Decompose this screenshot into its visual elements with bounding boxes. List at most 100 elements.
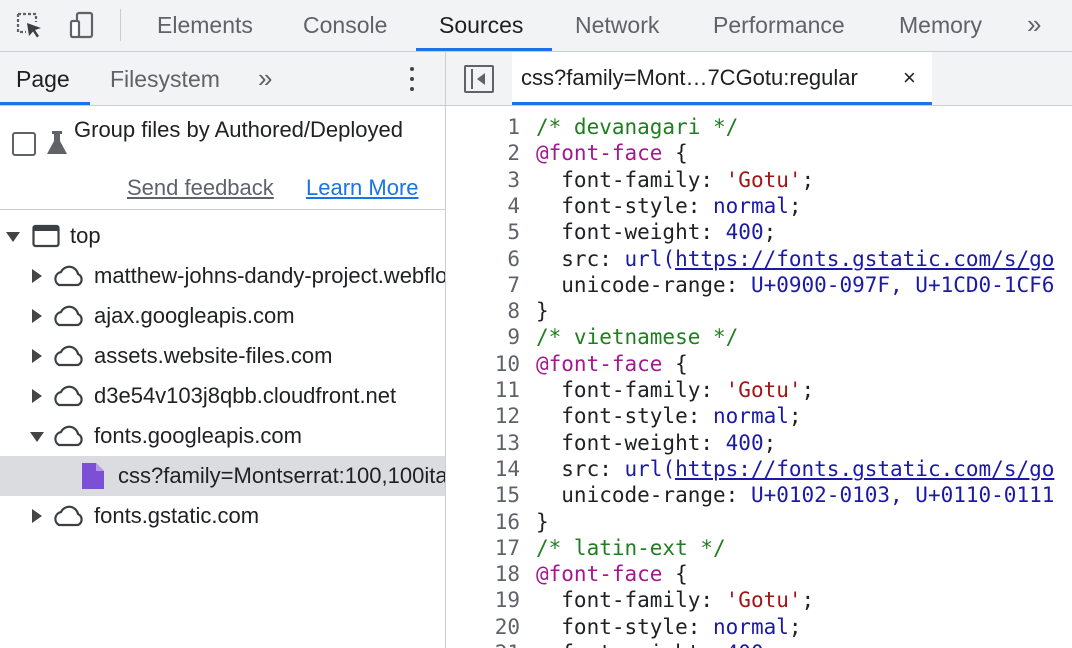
- line-number[interactable]: 12: [446, 403, 520, 429]
- code-text: @font-face {: [536, 561, 688, 587]
- code-text: /* latin-ext */: [536, 535, 726, 561]
- code-token: ;: [801, 588, 815, 613]
- code-token: {: [662, 562, 688, 587]
- tree-item-label: fonts.googleapis.com: [94, 423, 302, 448]
- code-text: font-style: normal;: [536, 403, 802, 429]
- tree-item-label: d3e54v103j8qbb.cloudfront.net: [94, 383, 397, 408]
- cloud-icon: [54, 505, 83, 527]
- line-number[interactable]: 21: [446, 640, 520, 648]
- cloud-icon: [54, 345, 83, 367]
- line-number[interactable]: 2: [446, 140, 520, 166]
- tree-item-domain[interactable]: fonts.gstatic.com: [0, 496, 445, 536]
- device-toolbar-icon[interactable]: [66, 8, 100, 42]
- code-token: font-style:: [536, 404, 714, 429]
- code-token: font-family:: [536, 167, 726, 192]
- send-feedback-link[interactable]: Send feedback: [127, 174, 274, 202]
- cloud-icon: [54, 265, 83, 287]
- code-token: font-weight:: [536, 641, 726, 648]
- line-number[interactable]: 7: [446, 272, 520, 298]
- code-token: ;: [788, 614, 802, 639]
- code-token: src:: [536, 456, 625, 481]
- code-token[interactable]: https://fonts.gstatic.com/s/go: [675, 457, 1054, 481]
- code-token: ;: [788, 404, 802, 429]
- active-nav-tab-indicator: [0, 102, 90, 105]
- code-text: /* devanagari */: [536, 114, 738, 140]
- editor-tab-bar: css?family=Mont…7CGotu:regular ×: [446, 52, 1072, 106]
- line-number[interactable]: 3: [446, 167, 520, 193]
- more-tabs-chevron-icon[interactable]: »: [1027, 0, 1041, 51]
- tree-item-domain[interactable]: matthew-johns-dandy-project.webflow.io: [0, 256, 445, 296]
- learn-more-link[interactable]: Learn More: [306, 174, 419, 202]
- code-token: ;: [763, 430, 777, 455]
- code-text: font-style: normal;: [536, 193, 802, 219]
- line-number[interactable]: 14: [446, 456, 520, 482]
- collapse-triangle-icon[interactable]: [32, 349, 42, 363]
- line-number[interactable]: 8: [446, 298, 520, 324]
- tree-item-label: ajax.googleapis.com: [94, 303, 295, 328]
- group-files-label: Group files by Authored/Deployed: [74, 117, 403, 142]
- tab-network[interactable]: Network: [575, 0, 659, 51]
- code-token: unicode-range:: [536, 272, 751, 297]
- code-token[interactable]: https://fonts.gstatic.com/s/go: [675, 247, 1054, 271]
- tree-item-top[interactable]: top: [0, 216, 445, 256]
- tree-item-label: top: [70, 223, 101, 248]
- line-number[interactable]: 17: [446, 535, 520, 561]
- tab-memory[interactable]: Memory: [899, 0, 982, 51]
- code-text: }: [536, 509, 549, 535]
- close-icon[interactable]: ×: [903, 52, 916, 104]
- code-token: url(: [624, 456, 676, 481]
- expand-triangle-icon[interactable]: [30, 432, 44, 442]
- line-number[interactable]: 6: [446, 246, 520, 272]
- line-number[interactable]: 15: [446, 482, 520, 508]
- code-token: @font-face: [536, 141, 663, 166]
- tree-item-file-selected[interactable]: css?family=Montserrat:100,100italic: [0, 456, 445, 496]
- tab-elements[interactable]: Elements: [157, 0, 253, 51]
- code-token: font-style:: [536, 614, 714, 639]
- tab-page[interactable]: Page: [16, 52, 70, 105]
- line-number[interactable]: 1: [446, 114, 520, 140]
- code-text: font-weight: 400;: [536, 640, 776, 648]
- line-number[interactable]: 5: [446, 219, 520, 245]
- code-token: url(: [624, 246, 676, 271]
- code-token: }: [536, 299, 549, 324]
- tree-item-domain[interactable]: d3e54v103j8qbb.cloudfront.net: [0, 376, 445, 416]
- tab-console[interactable]: Console: [303, 0, 387, 51]
- tab-sources[interactable]: Sources: [439, 0, 523, 51]
- code-text: unicode-range: U+0900-097F, U+1CD0-1CF6: [536, 272, 1054, 298]
- cloud-icon: [54, 385, 83, 407]
- group-files-checkbox[interactable]: [12, 132, 36, 156]
- code-token: font-family:: [536, 378, 726, 402]
- line-number[interactable]: 19: [446, 587, 520, 613]
- line-number[interactable]: 18: [446, 561, 520, 587]
- tab-filesystem[interactable]: Filesystem: [110, 52, 220, 105]
- code-token: ;: [788, 193, 802, 218]
- inspect-element-icon[interactable]: [12, 8, 46, 42]
- code-token: @font-face: [536, 562, 663, 587]
- code-token: normal: [713, 404, 789, 429]
- tab-performance[interactable]: Performance: [713, 0, 845, 51]
- code-token: U+0900-097F, U+1CD0-1CF6: [750, 272, 1055, 297]
- expand-triangle-icon[interactable]: [6, 232, 20, 242]
- more-options-kebab-icon[interactable]: [403, 64, 421, 94]
- collapse-triangle-icon[interactable]: [32, 509, 42, 523]
- toggle-navigator-icon[interactable]: [464, 65, 494, 93]
- collapse-triangle-icon[interactable]: [32, 309, 42, 323]
- collapse-triangle-icon[interactable]: [32, 269, 42, 283]
- line-number[interactable]: 16: [446, 509, 520, 535]
- line-number[interactable]: 20: [446, 614, 520, 640]
- line-number[interactable]: 11: [446, 377, 520, 403]
- line-number[interactable]: 4: [446, 193, 520, 219]
- line-number[interactable]: 13: [446, 430, 520, 456]
- tree-item-domain[interactable]: fonts.googleapis.com: [0, 416, 445, 456]
- code-token: /* latin-ext */: [536, 535, 726, 560]
- code-text: /* vietnamese */: [536, 324, 738, 350]
- tree-item-domain[interactable]: assets.website-files.com: [0, 336, 445, 376]
- tree-item-domain[interactable]: ajax.googleapis.com: [0, 296, 445, 336]
- tree-item-label: assets.website-files.com: [94, 343, 333, 368]
- editor-file-tab[interactable]: css?family=Mont…7CGotu:regular ×: [512, 52, 932, 105]
- line-number[interactable]: 10: [446, 351, 520, 377]
- more-navigator-tabs-chevron-icon[interactable]: »: [258, 52, 272, 104]
- collapse-triangle-icon[interactable]: [32, 389, 42, 403]
- line-number[interactable]: 9: [446, 324, 520, 350]
- code-token: @font-face: [536, 351, 663, 376]
